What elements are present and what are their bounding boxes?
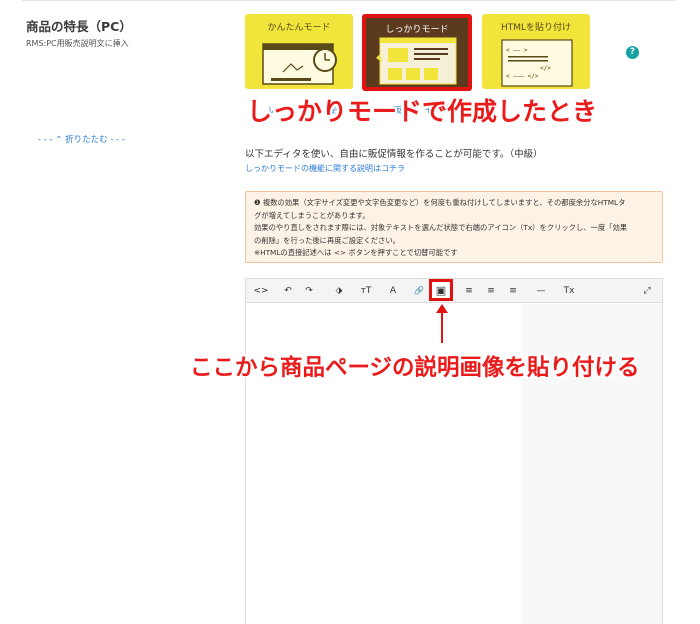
font-color-icon[interactable]: A — [386, 282, 400, 300]
warning-line: 効果のやり直しをされます際には、対象テキストを選んだ状態で右端のアイコン（Tx）… — [254, 223, 628, 233]
svg-text:</>: </> — [540, 65, 551, 72]
arrow-shaft — [441, 310, 443, 343]
editor-description: 以下エディタを使い、自由に販促情報を作ることが可能です。（中級） — [245, 149, 543, 160]
svg-text:< —— >: < —— > — [506, 47, 528, 54]
align-left-icon[interactable]: ≡ — [462, 282, 476, 300]
svg-text:< ——— </>: < ——— </> — [506, 73, 539, 80]
editor-toolbar: <> ↶ ↷ ⬗ ᴛT A 🔗 ▣ ≡ ≡ ≡ — Tx ⤢ — [246, 279, 662, 303]
fullscreen-icon[interactable]: ⤢ — [640, 282, 654, 300]
annotation-paste-image: ここから商品ページの説明画像を貼り付ける — [190, 355, 640, 381]
warning-line: の削除」を行った後に再度ご設定ください。 — [254, 235, 400, 245]
font-size-icon[interactable]: ᴛT — [356, 282, 376, 300]
mode-card-easy[interactable]: かんたんモード — [245, 14, 353, 89]
align-right-icon[interactable]: ≡ — [506, 282, 520, 300]
full-mode-illustration-icon — [376, 37, 457, 85]
undo-icon[interactable]: ↶ — [281, 282, 295, 300]
paint-format-icon[interactable]: ⬗ — [332, 282, 346, 300]
html-paste-illustration-icon: < —— > </> < ——— </> — [501, 39, 573, 87]
redo-icon[interactable]: ↷ — [302, 282, 316, 300]
insert-image-icon[interactable]: ▣ — [433, 282, 449, 300]
section-subtitle: RMS:PC用販売説明文に挿入 — [26, 39, 129, 48]
mode-card-full[interactable]: しっかりモード — [362, 14, 472, 91]
top-divider — [22, 0, 676, 1]
help-icon[interactable]: ? — [626, 46, 639, 59]
code-view-icon[interactable]: <> — [252, 282, 270, 300]
mode-card-html[interactable]: HTMLを貼り付け < —— > </> < ——— </> — [482, 14, 590, 89]
warning-line: ❶ 複数の効果（文字サイズ変更や文字色変更など）を何度も重ね付けしてしまいますと… — [254, 198, 626, 207]
horizontal-rule-icon[interactable]: — — [534, 282, 548, 300]
warning-line: グが増えてしまうことがあります。 — [254, 210, 370, 220]
annotation-full-mode: しっかりモードで作成したとき — [247, 97, 598, 126]
section-title: 商品の特長（PC） — [26, 19, 132, 34]
full-mode-help-link[interactable]: しっかりモードの機能に関する説明はコチラ — [245, 163, 405, 174]
clear-format-icon[interactable]: Tx — [560, 282, 578, 300]
rich-text-editor[interactable]: <> ↶ ↷ ⬗ ᴛT A 🔗 ▣ ≡ ≡ ≡ — Tx ⤢ — [245, 278, 663, 624]
easy-mode-illustration-icon — [262, 43, 337, 85]
collapse-link[interactable]: - - - ⌃ 折りたたむ - - - — [38, 133, 125, 145]
link-icon[interactable]: 🔗 — [412, 282, 426, 300]
align-center-icon[interactable]: ≡ — [484, 282, 498, 300]
warning-line: ※HTMLの直接記述へは <> ボタンを押すことで切替可能です — [254, 248, 458, 258]
warning-box: ❶ 複数の効果（文字サイズ変更や文字色変更など）を何度も重ね付けしてしまいますと… — [245, 191, 663, 263]
